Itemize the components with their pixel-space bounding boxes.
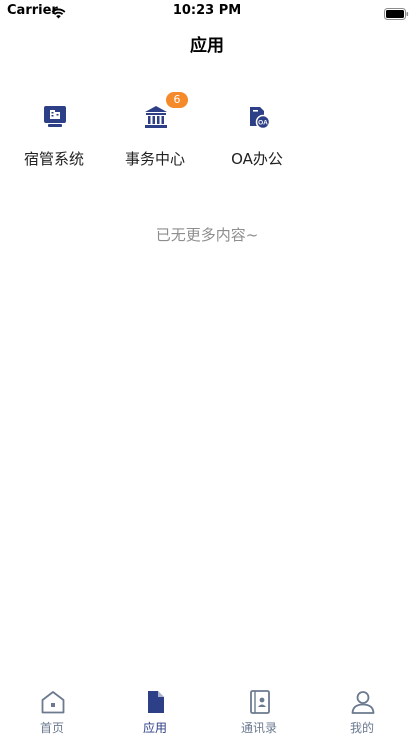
document-icon [143, 689, 169, 715]
tab-apps[interactable]: 应用 [103, 687, 207, 736]
oa-document-icon: OA [245, 104, 271, 130]
app-affairs-center[interactable]: 6 事务中心 [112, 92, 198, 172]
app-dormitory-system[interactable]: 宿管系统 [11, 100, 97, 172]
notification-badge: 6 [166, 92, 188, 108]
dormitory-icon [42, 104, 68, 130]
tab-me[interactable]: 我的 [310, 687, 414, 736]
app-label: 宿管系统 [23, 150, 84, 168]
bank-icon [143, 104, 169, 130]
svg-text:OA: OA [258, 120, 268, 127]
home-icon [40, 689, 66, 715]
page-title: 应用 [190, 36, 224, 56]
tab-contacts[interactable]: 通讯录 [207, 687, 311, 736]
app-label: 事务中心 [124, 150, 185, 168]
status-bar: Carrier 10:23 PM [0, 0, 414, 22]
user-icon [350, 689, 376, 715]
battery-icon [384, 5, 409, 24]
tab-label: 我的 [349, 721, 374, 735]
tab-label: 通讯录 [240, 721, 277, 735]
contacts-book-icon [247, 689, 273, 715]
tab-label: 首页 [39, 721, 64, 735]
tab-home[interactable]: 首页 [0, 687, 104, 736]
app-label: OA办公 [231, 150, 283, 168]
app-oa-office[interactable]: OA OA办公 [214, 100, 300, 172]
app-screen: Carrier 10:23 PM 应用 宿管系统 6 事务中心 OA OA办公 … [0, 0, 414, 736]
clock: 10:23 PM [172, 3, 242, 18]
tab-bar: 首页 应用 通讯录 我的 [0, 687, 414, 736]
no-more-content-hint: 已无更多内容~ [155, 226, 259, 244]
tab-label: 应用 [142, 721, 167, 735]
